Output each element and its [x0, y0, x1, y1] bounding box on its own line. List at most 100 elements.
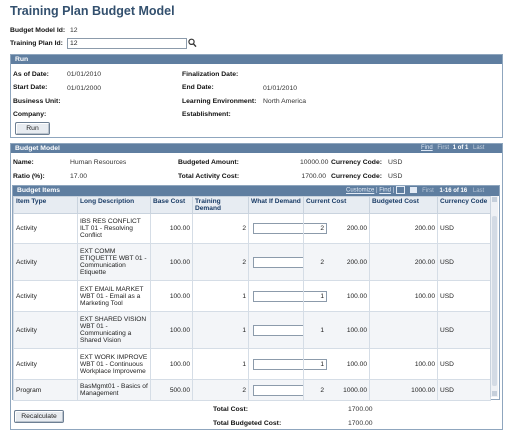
- what-if-cell: 2: [248, 213, 327, 244]
- currency-code: USD: [437, 213, 491, 244]
- training-demand: 1: [192, 280, 249, 312]
- start-date-value: 01/01/2000: [67, 85, 102, 92]
- currency-code-label-2: Currency Code:: [331, 173, 382, 180]
- what-if-cell: 2: [248, 379, 327, 401]
- nav-position: 1 of 1: [452, 145, 469, 151]
- table-row: Activity EXT COMM ETIQUETTE WBT 01 - Com…: [13, 243, 491, 281]
- base-cost: 100.00: [150, 311, 193, 349]
- col-currency-code[interactable]: Currency Code: [437, 196, 491, 214]
- total-activity-cost-value: 1700.00: [301, 173, 326, 180]
- budgeted-cost: 100.00: [369, 280, 438, 312]
- budgeted-amount-value: 10000.00: [300, 159, 329, 166]
- end-date-label: End Date:: [182, 84, 214, 91]
- scroll-thumb[interactable]: [492, 216, 497, 386]
- run-section: Run: [10, 54, 503, 138]
- current-cost: 1000.00: [303, 379, 370, 401]
- currency-code: USD: [437, 311, 491, 349]
- currency-code: USD: [437, 243, 491, 281]
- page-title: Training Plan Budget Model: [10, 4, 175, 18]
- as-of-date-label: As of Date:: [13, 71, 49, 78]
- base-cost: 100.00: [150, 213, 193, 244]
- col-current-cost[interactable]: Current Cost: [303, 196, 370, 214]
- total-cost-value: 1700.00: [348, 406, 373, 413]
- first-link: First: [437, 145, 450, 151]
- currency-code-label-1: Currency Code:: [331, 159, 382, 166]
- scroll-up-icon[interactable]: [492, 197, 497, 202]
- name-label: Name:: [13, 159, 34, 166]
- currency-code-value-2: USD: [388, 173, 403, 180]
- download-icon[interactable]: [409, 187, 417, 193]
- col-budgeted-cost[interactable]: Budgeted Cost: [369, 196, 438, 214]
- col-what-if-demand[interactable]: What If Demand: [248, 196, 304, 214]
- training-plan-id-label: Training Plan Id:: [10, 40, 63, 47]
- ratio-label: Ratio (%):: [13, 173, 45, 180]
- budgeted-cost: 200.00: [369, 213, 438, 244]
- currency-code: USD: [437, 379, 491, 401]
- col-long-description[interactable]: Long Description: [77, 196, 151, 214]
- training-demand: 1: [192, 311, 249, 349]
- ratio-value: 17.00: [70, 173, 88, 180]
- total-budgeted-cost-label: Total Budgeted Cost:: [213, 420, 282, 427]
- grid-last-link: Last: [472, 187, 485, 194]
- item-type: Program: [13, 379, 78, 401]
- end-date-value: 01/01/2010: [263, 85, 298, 92]
- what-if-cell: 1: [248, 311, 327, 349]
- what-if-cell: 2: [248, 243, 327, 281]
- table-row: Activity IBS RES CONFLICT ILT 01 - Resol…: [13, 213, 491, 244]
- item-type: Activity: [13, 243, 78, 281]
- long-description: EXT SHARED VISION WBT 01 - Communicating…: [77, 311, 151, 349]
- training-demand: 2: [192, 213, 249, 244]
- lookup-icon[interactable]: [188, 38, 197, 48]
- budgeted-cost: 1000.00: [369, 379, 438, 401]
- budgeted-cost: [369, 311, 438, 349]
- current-cost: 200.00: [303, 243, 370, 281]
- what-if-cell: 1: [248, 280, 327, 312]
- scroll-down-icon[interactable]: [492, 391, 497, 396]
- total-activity-cost-label: Total Activity Cost:: [178, 173, 240, 180]
- training-demand: 2: [192, 379, 249, 401]
- col-training-demand[interactable]: Training Demand: [192, 196, 249, 214]
- col-item-type[interactable]: Item Type: [13, 196, 78, 214]
- col-base-cost[interactable]: Base Cost: [150, 196, 193, 214]
- start-date-label: Start Date:: [13, 84, 48, 91]
- current-cost: 100.00: [303, 348, 370, 380]
- base-cost: 100.00: [150, 243, 193, 281]
- find-link[interactable]: Find: [421, 145, 433, 151]
- item-type: Activity: [13, 213, 78, 244]
- budget-model-nav: Find First 1 of 1 Last: [421, 145, 484, 151]
- long-description: BasMgmt01 - Basics of Management: [77, 379, 151, 401]
- training-demand: 1: [192, 348, 249, 380]
- as-of-date-value: 01/01/2010: [67, 71, 102, 78]
- view-all-icon[interactable]: [395, 186, 405, 194]
- run-button[interactable]: Run: [15, 122, 50, 135]
- grid-range: 1-16 of 16: [439, 187, 468, 194]
- name-value: Human Resources: [70, 159, 127, 166]
- total-cost-label: Total Cost:: [213, 406, 248, 413]
- finalization-date-label: Finalization Date:: [182, 71, 239, 78]
- training-demand: 2: [192, 243, 249, 281]
- table-row: Activity EXT EMAIL MARKET WBT 01 - Email…: [13, 280, 491, 312]
- training-plan-id-field[interactable]: 12: [67, 38, 187, 49]
- long-description: EXT EMAIL MARKET WBT 01 - Email as a Mar…: [77, 280, 151, 312]
- budgeted-cost: 100.00: [369, 348, 438, 380]
- base-cost: 100.00: [150, 348, 193, 380]
- budget-model-id-label: Budget Model Id:: [10, 27, 66, 34]
- learning-environment-label: Learning Environment:: [182, 98, 257, 105]
- total-budgeted-cost-value: 1700.00: [348, 420, 373, 427]
- current-cost: 100.00: [303, 280, 370, 312]
- grid-scrollbar[interactable]: [490, 196, 498, 397]
- learning-environment-value: North America: [263, 98, 307, 105]
- currency-code: USD: [437, 348, 491, 380]
- grid-find-link[interactable]: Find: [379, 188, 391, 194]
- current-cost: 100.00: [303, 311, 370, 349]
- budgeted-amount-label: Budgeted Amount:: [178, 159, 239, 166]
- currency-code: USD: [437, 280, 491, 312]
- customize-link[interactable]: Customize: [346, 188, 374, 194]
- budgeted-cost: 200.00: [369, 243, 438, 281]
- current-cost: 200.00: [303, 213, 370, 244]
- item-type: Activity: [13, 311, 78, 349]
- grid-first-link: First: [422, 187, 434, 194]
- item-type: Activity: [13, 280, 78, 312]
- table-row: Program BasMgmt01 - Basics of Management…: [13, 379, 491, 401]
- recalculate-button[interactable]: Recalculate: [14, 410, 64, 423]
